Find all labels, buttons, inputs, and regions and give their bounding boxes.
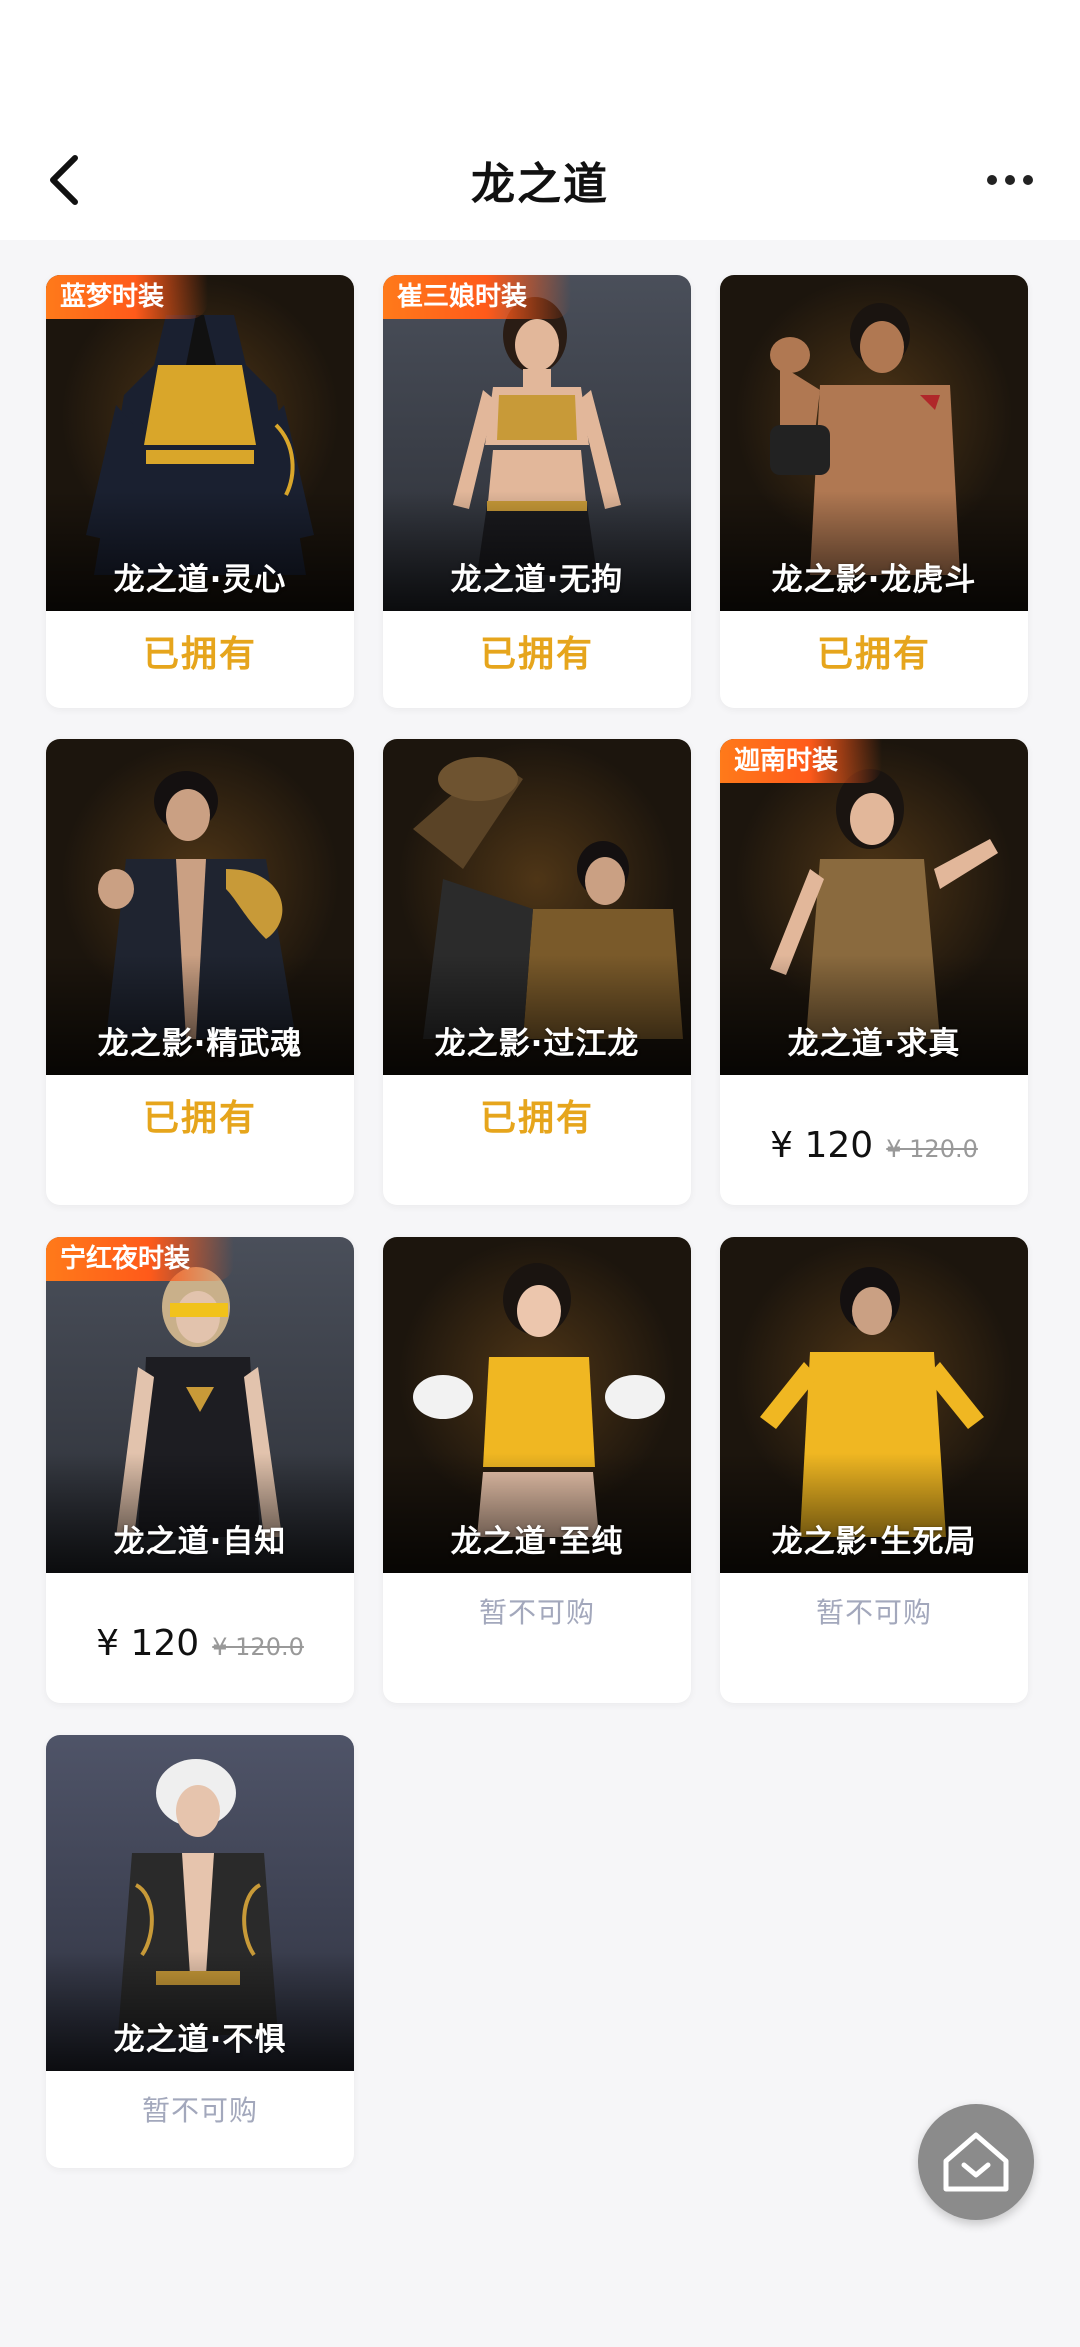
outfit-card[interactable]: 龙之影·生死局 暂不可购 (720, 1237, 1028, 1703)
more-button[interactable] (970, 145, 1050, 215)
outfit-card[interactable]: 宁红夜时装 龙之道·自知 ¥ 120 ¥ 120.0 (46, 1237, 354, 1703)
outfit-name: 龙之影·精武魂 (97, 1026, 303, 1062)
price-original: ¥ 120.0 (886, 1135, 978, 1163)
outfit-name: 龙之影·生死局 (771, 1524, 977, 1560)
price: ¥ 120 ¥ 120.0 (720, 1075, 1028, 1166)
outfit-name: 龙之道·不惧 (113, 2022, 287, 2058)
outfit-name: 龙之道·无拘 (450, 562, 624, 598)
outfit-name: 龙之影·龙虎斗 (771, 562, 977, 598)
outfit-image: 迦南时装 龙之道·求真 (720, 739, 1028, 1075)
back-button[interactable] (30, 145, 100, 215)
outfit-card[interactable]: 龙之影·龙虎斗 已拥有 (720, 275, 1028, 708)
page-title: 龙之道 (471, 159, 609, 210)
home-button[interactable] (918, 2104, 1034, 2220)
owned-status: 已拥有 (479, 1098, 594, 1139)
price-current: ¥ 120 (770, 1125, 874, 1166)
outfit-name: 龙之道·灵心 (113, 562, 287, 598)
outfit-tag: 崔三娘时装 (383, 275, 572, 319)
outfit-image: 龙之影·过江龙 (383, 739, 691, 1075)
outfit-image: 宁红夜时装 龙之道·自知 (46, 1237, 354, 1573)
outfit-name: 龙之道·求真 (787, 1026, 961, 1062)
outfit-name: 龙之道·自知 (113, 1524, 287, 1560)
price-current: ¥ 120 (96, 1623, 200, 1664)
nav-bar: 龙之道 (0, 120, 1080, 240)
home-icon (943, 2132, 1009, 2192)
outfit-image: 龙之影·龙虎斗 (720, 275, 1028, 611)
outfit-tag: 蓝梦时装 (46, 275, 209, 319)
price: ¥ 120 ¥ 120.0 (46, 1573, 354, 1664)
owned-status: 已拥有 (816, 634, 931, 675)
outfit-card[interactable]: 龙之道·至纯 暂不可购 (383, 1237, 691, 1703)
status-bar (0, 0, 1080, 120)
unavailable-status: 暂不可购 (478, 1596, 595, 1629)
outfit-tag: 迦南时装 (720, 739, 883, 783)
outfit-card[interactable]: 迦南时装 龙之道·求真 ¥ 120 ¥ 120.0 (720, 739, 1028, 1205)
unavailable-status: 暂不可购 (815, 1596, 932, 1629)
chevron-left-icon (50, 155, 78, 205)
outfit-tag: 宁红夜时装 (46, 1237, 235, 1281)
more-dots-icon (983, 175, 1037, 185)
outfit-image: 崔三娘时装 龙之道·无拘 (383, 275, 691, 611)
outfit-image: 龙之道·不惧 (46, 1735, 354, 2071)
owned-status: 已拥有 (142, 634, 257, 675)
price-original: ¥ 120.0 (212, 1633, 304, 1661)
unavailable-status: 暂不可购 (141, 2094, 258, 2127)
outfit-card[interactable]: 崔三娘时装 龙之道·无拘 已拥有 (383, 275, 691, 708)
outfit-image: 龙之影·精武魂 (46, 739, 354, 1075)
outfit-card[interactable]: 龙之影·精武魂 已拥有 (46, 739, 354, 1205)
owned-status: 已拥有 (479, 634, 594, 675)
owned-status: 已拥有 (142, 1098, 257, 1139)
outfit-card[interactable]: 龙之道·不惧 暂不可购 (46, 1735, 354, 2168)
outfit-name: 龙之道·至纯 (450, 1524, 624, 1560)
outfit-image: 蓝梦时装 龙之道·灵心 (46, 275, 354, 611)
outfit-name: 龙之影·过江龙 (434, 1026, 640, 1062)
outfit-card[interactable]: 蓝梦时装 龙之道·灵心 已拥有 (46, 275, 354, 708)
outfit-card[interactable]: 龙之影·过江龙 已拥有 (383, 739, 691, 1205)
outfit-image: 龙之道·至纯 (383, 1237, 691, 1573)
outfit-image: 龙之影·生死局 (720, 1237, 1028, 1573)
